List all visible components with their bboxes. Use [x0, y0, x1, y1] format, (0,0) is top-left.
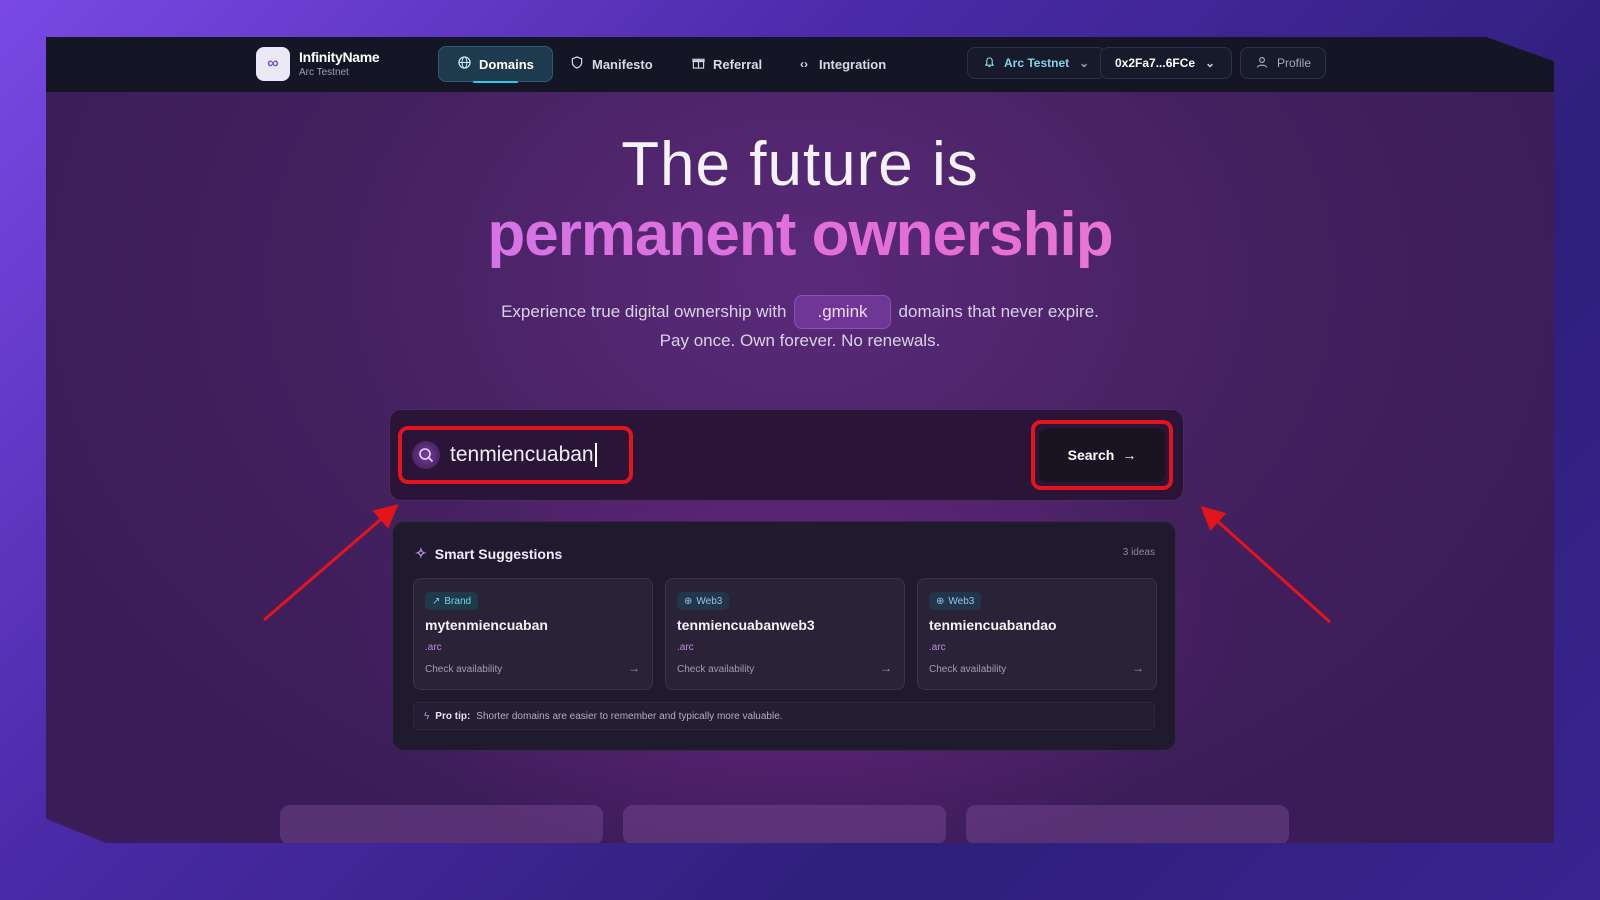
gift-icon — [691, 56, 705, 72]
hero-subtitle-after: domains that never expire. — [898, 302, 1099, 321]
feature-card — [623, 805, 946, 843]
nav-tab-label: Manifesto — [592, 56, 653, 72]
suggestion-card[interactable]: ⊕ Web3 tenmiencuabanweb3 .arc Check avai… — [665, 578, 905, 690]
nav-tab-label: Integration — [819, 56, 887, 72]
network-label: Arc Testnet — [1004, 56, 1070, 70]
suggestions-count: 3 ideas — [1122, 547, 1155, 558]
globe-icon: ⊕ — [936, 595, 945, 607]
nav-tab-referral[interactable]: Referral — [673, 46, 780, 82]
suggestion-card[interactable]: ↗ Brand mytenmiencuaban .arc Check avail… — [413, 578, 653, 690]
arrow-right-icon: → — [1122, 447, 1137, 463]
wallet-selector[interactable]: 0x2Fa7...6FCe ⌄ — [1100, 47, 1233, 79]
suggestion-tag: ⊕ Web3 — [929, 592, 982, 610]
search-button-highlight: Search → — [1031, 420, 1173, 490]
globe-icon: ⊕ — [684, 595, 693, 607]
domain-search-bar: tenmiencuaban Search → — [389, 409, 1184, 501]
logo-icon[interactable]: ∞ — [256, 47, 290, 81]
chevron-down-icon: ⌄ — [1205, 56, 1216, 70]
code-icon: ‹› — [800, 57, 808, 71]
globe-icon — [457, 56, 471, 72]
search-input[interactable]: tenmiencuaban — [398, 426, 633, 484]
lightning-icon: ϟ — [424, 710, 430, 722]
sparkles-icon: ✧ — [415, 545, 427, 561]
tld-chip: .gmink — [794, 295, 891, 329]
wallet-address: 0x2Fa7...6FCe — [1115, 56, 1196, 70]
search-button[interactable]: Search → — [1039, 428, 1165, 482]
chevron-down-icon: ⌄ — [1079, 56, 1090, 70]
network-selector[interactable]: Arc Testnet ⌄ — [967, 47, 1107, 79]
hero-subtitle-line2: Pay once. Own forever. No renewals. — [659, 331, 941, 350]
suggestion-tld: .arc — [677, 642, 694, 653]
bell-icon — [982, 56, 996, 71]
suggestions-title: Smart Suggestions — [434, 545, 563, 562]
suggestion-domain-name: tenmiencuabanweb3 — [677, 617, 815, 633]
check-availability-link[interactable]: Check availability — [425, 664, 502, 675]
pro-tip-label: Pro tip: — [435, 710, 471, 722]
check-availability-link[interactable]: Check availability — [677, 664, 754, 675]
suggestion-domain-name: mytenmiencuaban — [425, 617, 548, 633]
suggestion-domain-name: tenmiencuabandao — [929, 617, 1057, 633]
brand-network-sub: Arc Testnet — [299, 67, 349, 78]
hero-title-line1: The future is — [621, 130, 979, 199]
suggestion-tld: .arc — [425, 642, 442, 653]
top-nav: ∞ InfinityName Arc Testnet Domains Manif… — [46, 37, 1554, 92]
user-icon — [1255, 56, 1269, 71]
check-availability-link[interactable]: Check availability — [929, 664, 1006, 675]
nav-tab-domains[interactable]: Domains — [438, 46, 553, 83]
shield-icon — [570, 56, 584, 72]
hero-subtitle: Experience true digital ownership with .… — [46, 295, 1554, 329]
trending-icon: ↗ — [432, 595, 441, 607]
arrow-right-icon[interactable]: → — [880, 661, 892, 675]
arrow-right-icon[interactable]: → — [628, 661, 640, 675]
app-window: ∞ InfinityName Arc Testnet Domains Manif… — [46, 37, 1554, 843]
suggestion-card[interactable]: ⊕ Web3 tenmiencuabandao .arc Check avail… — [917, 578, 1157, 690]
feature-card — [966, 805, 1289, 843]
profile-label: Profile — [1277, 56, 1312, 70]
suggestion-tag: ⊕ Web3 — [677, 592, 730, 610]
nav-tab-label: Domains — [479, 56, 534, 72]
hero-subtitle-before: Experience true digital ownership with — [501, 302, 787, 321]
search-input-value[interactable]: tenmiencuaban — [450, 443, 597, 467]
suggestion-tag-label: Web3 — [696, 595, 723, 607]
suggestions-header: ✧ Smart Suggestions — [415, 545, 562, 562]
suggestion-tag-label: Brand — [444, 595, 472, 607]
pro-tip-text: Shorter domains are easier to remember a… — [476, 710, 783, 722]
arrow-right-icon[interactable]: → — [1132, 661, 1144, 675]
profile-button[interactable]: Profile — [1240, 47, 1327, 79]
feature-card — [280, 805, 603, 843]
search-button-label: Search — [1067, 447, 1115, 463]
suggestion-tag: ↗ Brand — [425, 592, 479, 610]
suggestion-tld: .arc — [929, 642, 946, 653]
brand-name[interactable]: InfinityName — [299, 49, 380, 65]
nav-tab-label: Referral — [713, 56, 763, 72]
search-icon — [412, 441, 440, 469]
hero-title-line2: permanent ownership — [46, 199, 1554, 270]
suggestion-tag-label: Web3 — [948, 595, 975, 607]
nav-tab-manifesto[interactable]: Manifesto — [552, 46, 671, 82]
nav-tab-integration[interactable]: ‹› Integration — [779, 46, 904, 82]
smart-suggestions-panel: ✧ Smart Suggestions 3 ideas ↗ Brand myte… — [392, 521, 1176, 751]
pro-tip: ϟ Pro tip: Shorter domains are easier to… — [413, 702, 1155, 730]
